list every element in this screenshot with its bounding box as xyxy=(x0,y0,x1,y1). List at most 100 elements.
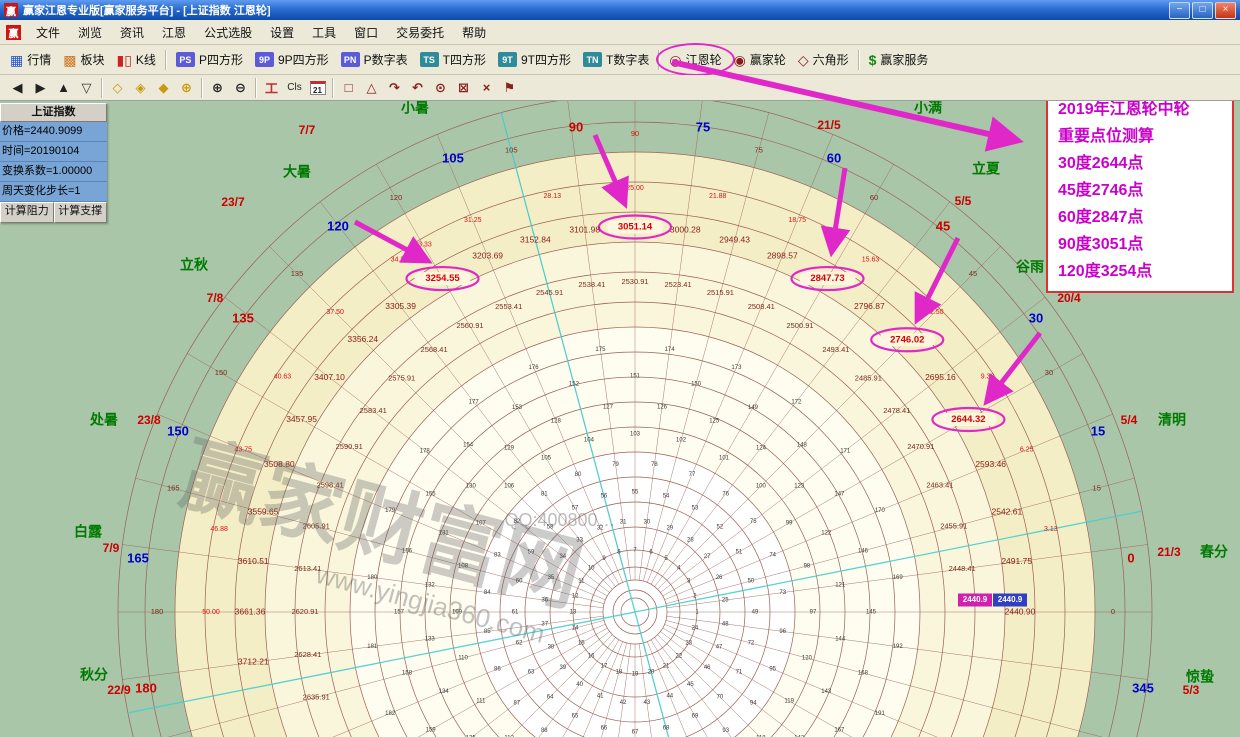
spiral-number: 19 xyxy=(632,672,639,678)
toolbar-button[interactable]: PNP数字表 xyxy=(335,48,414,71)
key-level-value: 3051.14 xyxy=(618,222,653,233)
wheel-price-value: 2500.91 xyxy=(786,321,813,330)
spiral-number: 16 xyxy=(588,653,595,659)
menu-logo-icon: 赢 xyxy=(6,25,21,40)
triangle-tool-button[interactable]: △ xyxy=(360,78,383,98)
spiral-number: 148 xyxy=(797,443,808,449)
toolbar-button[interactable]: ◉赢家轮 xyxy=(728,48,792,71)
spiral-number: 23 xyxy=(685,641,692,647)
next-button[interactable]: ▶ xyxy=(29,78,52,98)
date-label: 21/3 xyxy=(1157,545,1181,559)
menu-item[interactable]: 浏览 xyxy=(69,21,111,44)
gann-wheel-icon: ◎ xyxy=(669,53,681,67)
menu-item[interactable]: 公式选股 xyxy=(195,21,261,44)
spiral-number: 15 xyxy=(578,641,585,647)
spiral-number: 149 xyxy=(748,405,759,411)
window-title: 赢家江恩专业版[赢家服务平台] - [上证指数 江恩轮] xyxy=(23,2,1169,18)
spiral-number: 28 xyxy=(687,537,694,543)
toolbar-button[interactable]: ▦行情 xyxy=(4,48,57,71)
diamond-dot-button[interactable]: ◈ xyxy=(129,78,152,98)
diamond-outline-button[interactable]: ◇ xyxy=(106,78,129,98)
degree-value: 120 xyxy=(390,193,403,202)
spiral-number: 74 xyxy=(769,553,776,559)
wheel-price-value: 3457.95 xyxy=(286,414,317,424)
toolbar-button[interactable]: TST四方形 xyxy=(414,48,492,71)
toolbar-button[interactable]: TNT数字表 xyxy=(577,48,655,71)
menu-item[interactable]: 设置 xyxy=(261,21,303,44)
menu-item[interactable]: 文件 xyxy=(27,21,69,44)
wheel-price-value: 2568.41 xyxy=(421,345,448,354)
zoom-in-button[interactable]: ⊕ xyxy=(206,78,229,98)
spiral-number: 169 xyxy=(893,575,904,581)
up-button[interactable]: ▲ xyxy=(52,78,75,98)
spiral-number: 191 xyxy=(875,711,886,717)
spiral-number: 44 xyxy=(666,694,673,700)
gann-tool-button[interactable]: 工 xyxy=(260,78,283,98)
percent-value: 15.63 xyxy=(862,256,880,263)
filter-button[interactable]: ▽ xyxy=(75,78,98,98)
spiral-number: 80 xyxy=(575,472,582,478)
calc-resistance-button[interactable]: 计算阻力 xyxy=(0,202,54,223)
wheel-price-value: 2796.87 xyxy=(854,301,885,311)
toolbar-button[interactable]: 9P9P四方形 xyxy=(249,48,335,71)
rect-tool-button[interactable]: □ xyxy=(337,78,360,98)
menu-item[interactable]: 窗口 xyxy=(345,21,387,44)
gann-wheel-canvas[interactable]: 1234567891011121314151617181920212223242… xyxy=(0,101,1240,737)
menu-item[interactable]: 帮助 xyxy=(453,21,495,44)
menu-item[interactable]: 交易委托 xyxy=(387,21,453,44)
percent-value: 12.50 xyxy=(926,309,944,316)
percent-value: 9.38 xyxy=(981,373,995,380)
prev-button[interactable]: ◀ xyxy=(6,78,29,98)
toolbar-button[interactable]: ◇六角形 xyxy=(792,48,855,71)
date-label: 22/9 xyxy=(107,683,131,697)
maximize-button[interactable]: □ xyxy=(1192,2,1213,19)
toolbar-button[interactable]: $赢家服务 xyxy=(863,48,935,71)
index-info-panel: 上证指数 价格=2440.9099时间=20190104变换系数=1.00000… xyxy=(0,103,107,223)
spiral-number: 64 xyxy=(547,694,554,700)
wheel-price-value: 2485.91 xyxy=(855,374,882,383)
crosshair-button[interactable]: ⊕ xyxy=(175,78,198,98)
spiral-number: 45 xyxy=(687,682,694,688)
menu-item[interactable]: 资讯 xyxy=(111,21,153,44)
spiral-number: 68 xyxy=(663,725,670,731)
toolbar-button[interactable]: 9T9T四方形 xyxy=(492,48,577,71)
toolbar-button[interactable]: ▩板块 xyxy=(57,48,110,71)
toolbar-button[interactable]: ▮▯K线 xyxy=(111,48,162,71)
spiral-number: 73 xyxy=(779,590,786,596)
spiral-number: 46 xyxy=(704,665,711,671)
spiral-number: 154 xyxy=(463,443,474,449)
menu-item[interactable]: 工具 xyxy=(303,21,345,44)
calendar-button[interactable]: 21 xyxy=(306,78,329,98)
toolbar-button[interactable]: PSP四方形 xyxy=(170,48,249,71)
calc-support-button[interactable]: 计算支撑 xyxy=(54,202,108,223)
info-row: 价格=2440.9099 xyxy=(0,122,107,142)
solar-term-label: 清明 xyxy=(1158,412,1186,428)
flag-tool-button[interactable]: ⚑ xyxy=(498,78,521,98)
clear-button[interactable]: Cls xyxy=(283,78,306,98)
wheel-price-value: 2545.91 xyxy=(536,288,563,297)
minimize-button[interactable]: − xyxy=(1169,2,1190,19)
erase-button[interactable]: × xyxy=(475,78,498,98)
zoom-out-button[interactable]: ⊖ xyxy=(229,78,252,98)
spiral-number: 144 xyxy=(835,637,846,643)
circle-tool-button[interactable]: ⊙ xyxy=(429,78,452,98)
percent-value: 18.75 xyxy=(788,217,806,224)
wheel-price-value: 2478.41 xyxy=(883,406,910,415)
delete-box-button[interactable]: ⊠ xyxy=(452,78,475,98)
percent-value: 34.38 xyxy=(391,256,409,263)
toolbar-button[interactable]: ◎江恩轮 xyxy=(663,48,727,71)
redo-button[interactable]: ↷ xyxy=(383,78,406,98)
spiral-number: 150 xyxy=(691,382,702,388)
menu-item[interactable]: 江恩 xyxy=(153,21,195,44)
close-button[interactable]: × xyxy=(1215,2,1236,19)
date-label: 7/9 xyxy=(103,541,120,555)
spiral-number: 14 xyxy=(572,626,579,632)
angle-label: 180 xyxy=(135,680,157,695)
undo-button[interactable]: ↶ xyxy=(406,78,429,98)
key-level-value: 3254.55 xyxy=(425,273,460,284)
diamond-filled-button[interactable]: ◆ xyxy=(152,78,175,98)
service-icon: $ xyxy=(869,53,877,67)
spiral-number: 38 xyxy=(548,644,555,650)
toolbar-button-label: T数字表 xyxy=(606,51,649,68)
spiral-number: 39 xyxy=(559,665,566,671)
